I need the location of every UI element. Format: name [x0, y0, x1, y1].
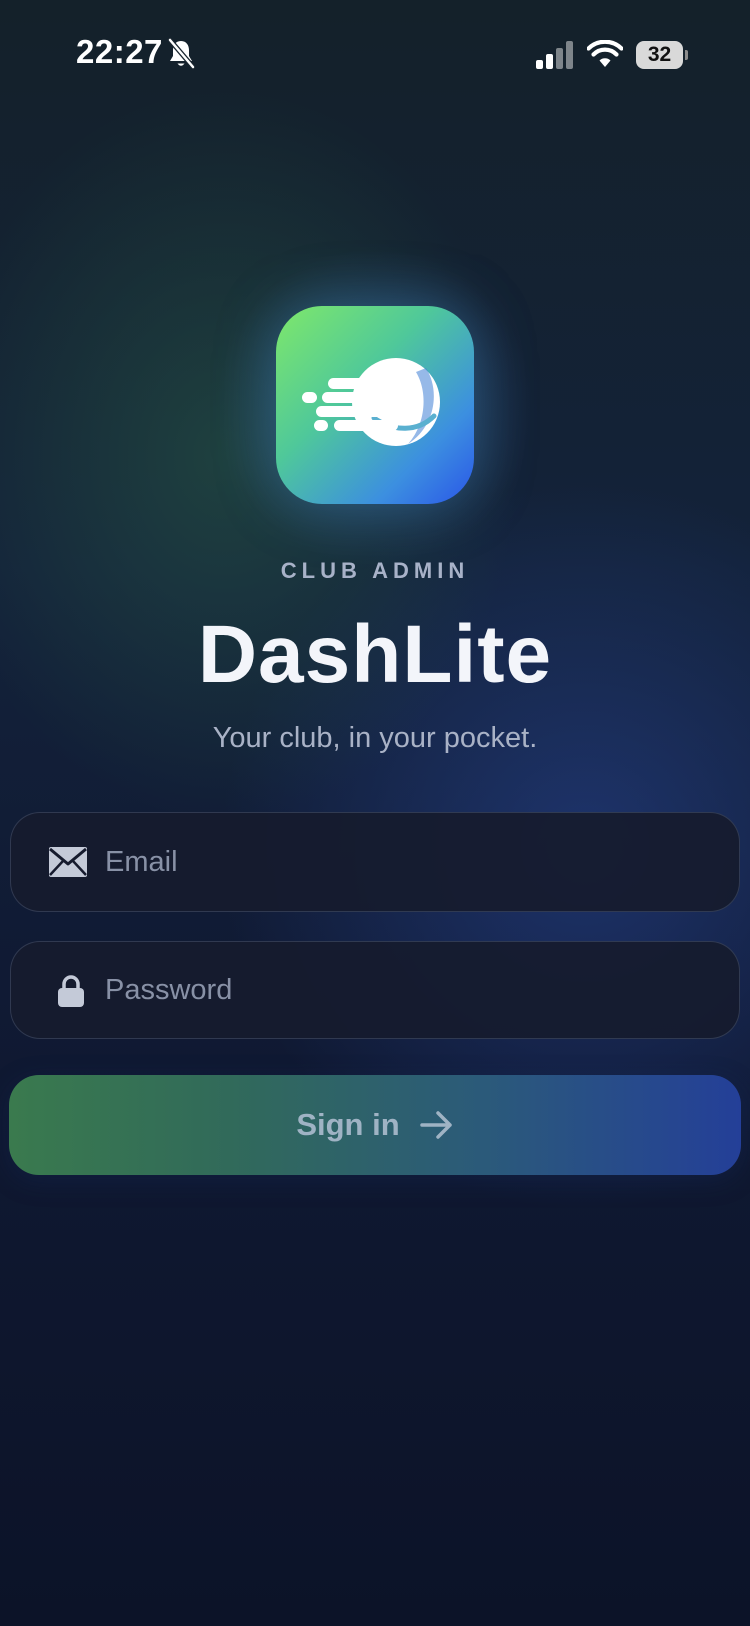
app-title: DashLite — [197, 609, 553, 700]
battery-level: 32 — [647, 43, 672, 66]
signal-icon — [536, 41, 573, 69]
email-field[interactable] — [10, 812, 740, 912]
wifi-icon — [587, 40, 623, 67]
battery-icon: 32 — [636, 41, 688, 69]
lock-icon — [58, 975, 84, 1007]
status-bar: 22:27 32 — [0, 0, 750, 110]
status-time: 22:27 — [76, 33, 163, 70]
sign-in-content: Sign in — [9, 1075, 741, 1175]
password-input[interactable] — [105, 942, 705, 1038]
sign-in-label: Sign in — [296, 1107, 400, 1142]
bell-off-icon — [167, 38, 195, 70]
password-field[interactable] — [10, 941, 740, 1039]
tagline: Your club, in your pocket. — [212, 722, 538, 754]
email-input[interactable] — [105, 813, 705, 911]
arrow-right-icon — [419, 1111, 452, 1139]
battery-tip — [685, 50, 688, 60]
eyebrow-label: CLUB ADMIN — [280, 558, 470, 583]
sign-in-button[interactable]: Sign in — [9, 1075, 741, 1175]
app-logo-icon — [276, 306, 474, 504]
speed-ball-icon — [302, 358, 440, 446]
envelope-icon — [49, 847, 87, 877]
